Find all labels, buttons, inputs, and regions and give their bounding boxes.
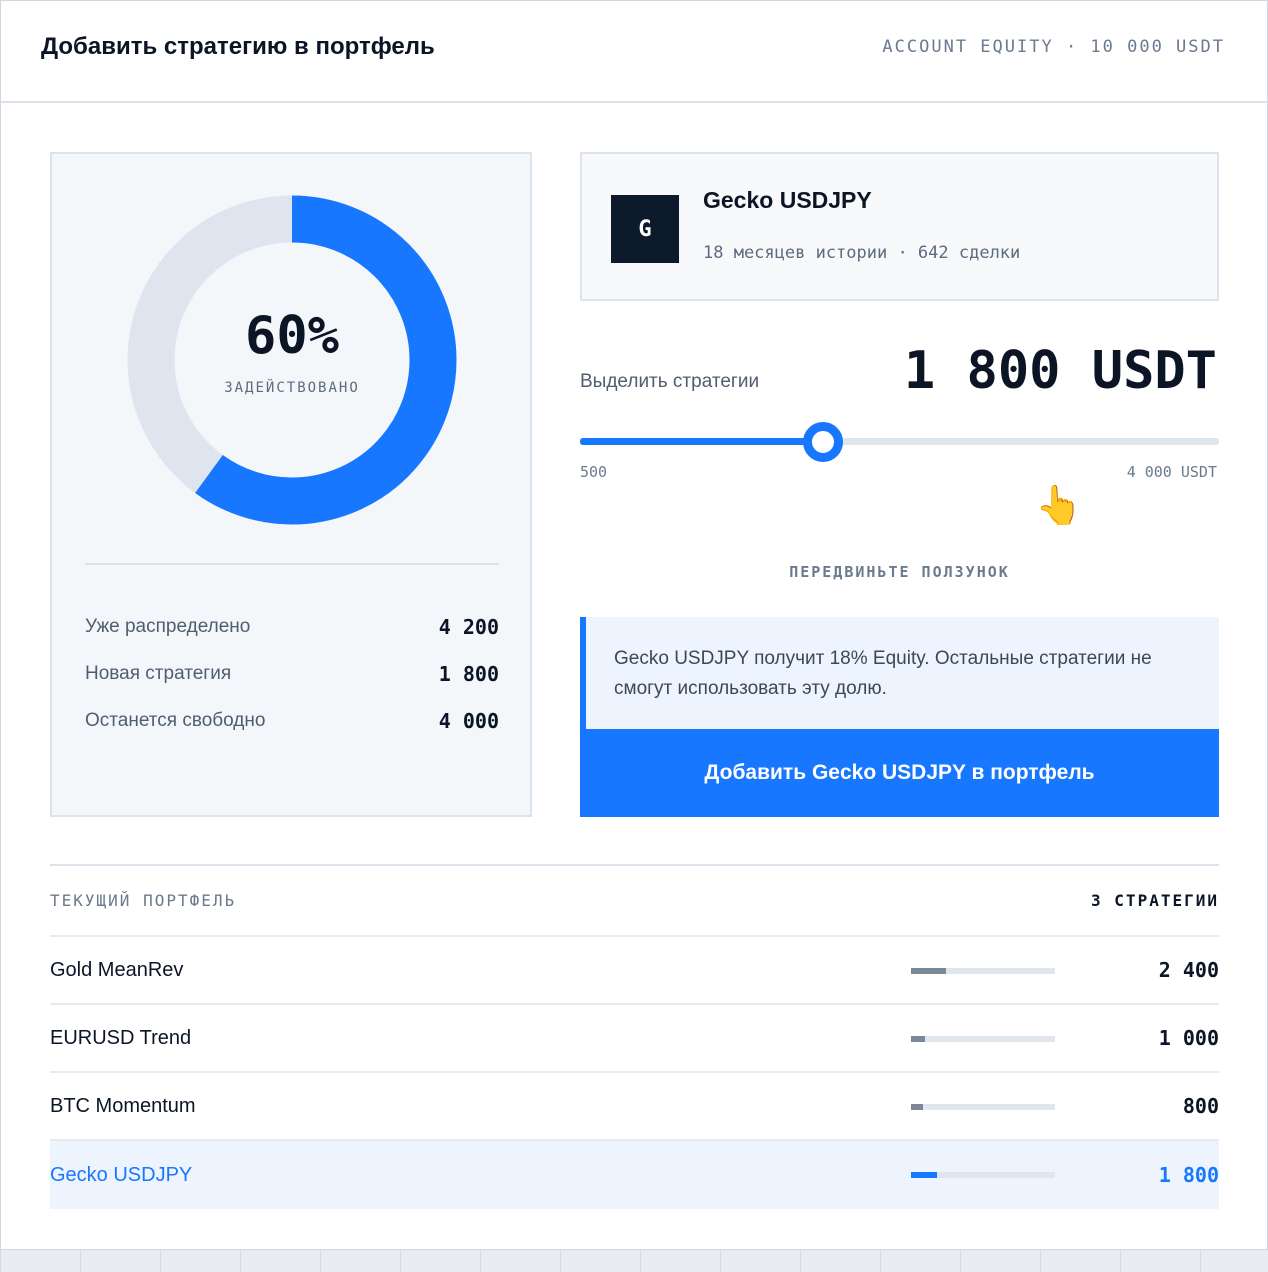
divider xyxy=(85,563,499,565)
pointing-hand-icon: 👆 xyxy=(1035,485,1083,527)
slider-max-label: 4 000 USDT xyxy=(1126,463,1217,481)
allocation-slider[interactable] xyxy=(580,421,1219,462)
share-bar-fill xyxy=(911,1036,925,1042)
usage-card: 60% ЗАДЕЙСТВОВАНО Уже распределено 4 200… xyxy=(50,152,532,817)
stat-value: 4 200 xyxy=(438,615,499,639)
share-bar-fill xyxy=(911,1104,923,1110)
share-bar-fill xyxy=(911,1172,937,1178)
portfolio-row: Gold MeanRev 2 400 xyxy=(50,937,1219,1005)
stat-value: 4 000 xyxy=(438,709,499,733)
add-to-portfolio-button[interactable]: Добавить Gecko USDJPY в портфель xyxy=(580,729,1219,817)
current-portfolio: ТЕКУЩИЙ ПОРТФЕЛЬ 3 СТРАТЕГИИ Gold MeanRe… xyxy=(50,864,1219,1209)
donut-center: 60% ЗАДЕЙСТВОВАНО xyxy=(126,194,458,526)
slider-thumb[interactable] xyxy=(803,422,843,462)
portfolio-row: EURUSD Trend 1 000 xyxy=(50,1005,1219,1073)
portfolio-row-name: Gecko USDJPY xyxy=(50,1163,193,1186)
background-grid xyxy=(0,1248,1268,1272)
slider-hint: ПЕРЕДВИНЬТЕ ПОЛЗУНОК xyxy=(789,563,1010,581)
portfolio-title: ТЕКУЩИЙ ПОРТФЕЛЬ xyxy=(50,891,237,910)
strategy-name: Gecko USDJPY xyxy=(703,187,872,213)
portfolio-row-value: 800 xyxy=(1182,1094,1219,1118)
portfolio-row-name: BTC Momentum xyxy=(50,1094,196,1117)
usage-percent: 60% xyxy=(245,306,339,366)
stat-label: Останется свободно xyxy=(85,710,266,731)
allocation-label: Выделить стратегии xyxy=(580,371,760,392)
share-bar-fill xyxy=(911,968,946,974)
share-bar xyxy=(911,1036,1055,1042)
stat-row-new-strategy: Новая стратегия 1 800 xyxy=(85,662,499,686)
strategy-meta: 18 месяцев истории · 642 сделки xyxy=(703,243,1021,263)
page-title: Добавить стратегию в портфель xyxy=(41,33,435,60)
portfolio-row-value: 2 400 xyxy=(1158,958,1219,982)
stat-row-free: Останется свободно 4 000 xyxy=(85,709,499,733)
portfolio-count: 3 СТРАТЕГИИ xyxy=(1091,891,1219,910)
stat-row-allocated: Уже распределено 4 200 xyxy=(85,615,499,639)
add-strategy-panel: Добавить стратегию в портфель ACCOUNT EQ… xyxy=(0,0,1268,1250)
portfolio-row-value: 1 000 xyxy=(1158,1026,1219,1050)
portfolio-row-value: 1 800 xyxy=(1158,1163,1219,1187)
allocation-note: Gecko USDJPY получит 18% Equity. Остальн… xyxy=(580,617,1219,729)
stat-value: 1 800 xyxy=(438,662,499,686)
slider-fill xyxy=(580,438,823,445)
strategy-logo: G xyxy=(611,195,679,263)
portfolio-row-new: Gecko USDJPY 1 800 xyxy=(50,1141,1219,1209)
panel-header: Добавить стратегию в портфель ACCOUNT EQ… xyxy=(1,1,1267,103)
allocation-value: 1 800 USDT xyxy=(903,341,1217,401)
usage-label: ЗАДЕЙСТВОВАНО xyxy=(224,380,360,396)
share-bar xyxy=(911,968,1055,974)
portfolio-row-name: Gold MeanRev xyxy=(50,958,184,981)
strategy-card: G Gecko USDJPY 18 месяцев истории · 642 … xyxy=(580,152,1219,301)
stat-label: Новая стратегия xyxy=(85,663,232,684)
share-bar xyxy=(911,1104,1055,1110)
portfolio-row: BTC Momentum 800 xyxy=(50,1073,1219,1141)
stat-label: Уже распределено xyxy=(85,616,251,637)
slider-min-label: 500 xyxy=(580,463,608,481)
share-bar xyxy=(911,1172,1055,1178)
account-equity: ACCOUNT EQUITY · 10 000 USDT xyxy=(882,37,1225,57)
portfolio-header: ТЕКУЩИЙ ПОРТФЕЛЬ 3 СТРАТЕГИИ xyxy=(50,866,1219,937)
portfolio-row-name: EURUSD Trend xyxy=(50,1026,192,1049)
